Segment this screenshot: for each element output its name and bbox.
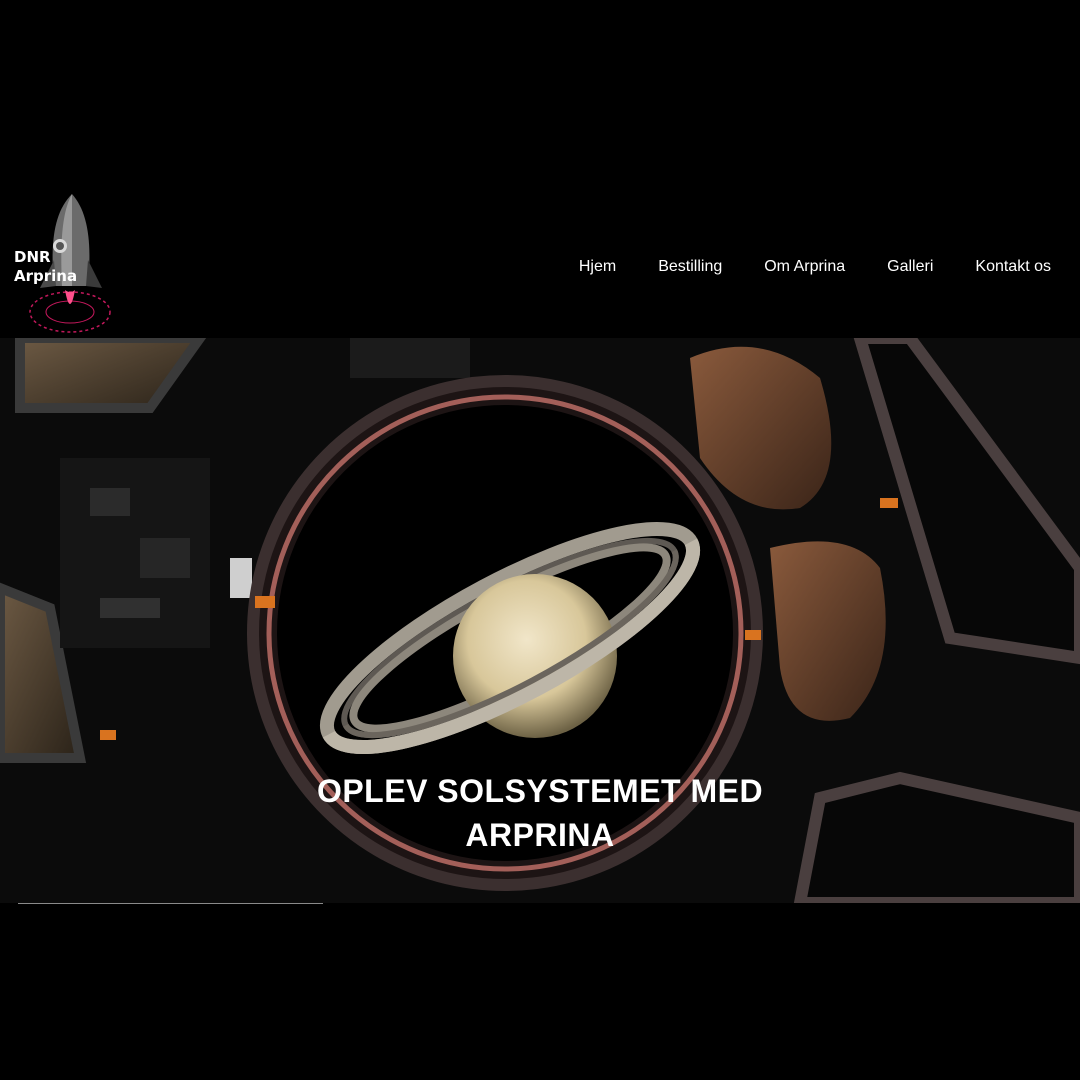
page: DNR Arprina Hjem Bestilling Om Arprina G… — [0, 0, 1080, 1080]
nav-item-hjem[interactable]: Hjem — [579, 258, 616, 276]
logo-line1: DNR — [14, 248, 51, 266]
nav-item-galleri[interactable]: Galleri — [887, 258, 933, 276]
main-nav: Hjem Bestilling Om Arprina Galleri Konta… — [537, 258, 1051, 276]
site-header: DNR Arprina Hjem Bestilling Om Arprina G… — [0, 190, 1080, 338]
hero-title-line2: ARPRINA — [465, 817, 615, 854]
hero-title-line1: OPLEV SOLSYSTEMET MED — [316, 773, 764, 810]
hero-banner: OPLEV SOLSYSTEMET MED ARPRINA — [0, 338, 1080, 903]
divider — [18, 903, 323, 904]
nav-item-kontakt-os[interactable]: Kontakt os — [975, 258, 1051, 276]
logo-line2: Arprina — [14, 267, 78, 285]
nav-item-om-arprina[interactable]: Om Arprina — [764, 258, 845, 276]
logo[interactable]: DNR Arprina — [10, 190, 115, 338]
nav-item-bestilling[interactable]: Bestilling — [658, 258, 722, 276]
hero-title: OPLEV SOLSYSTEMET MED ARPRINA — [0, 769, 1080, 857]
logo-text: DNR Arprina — [14, 248, 77, 286]
